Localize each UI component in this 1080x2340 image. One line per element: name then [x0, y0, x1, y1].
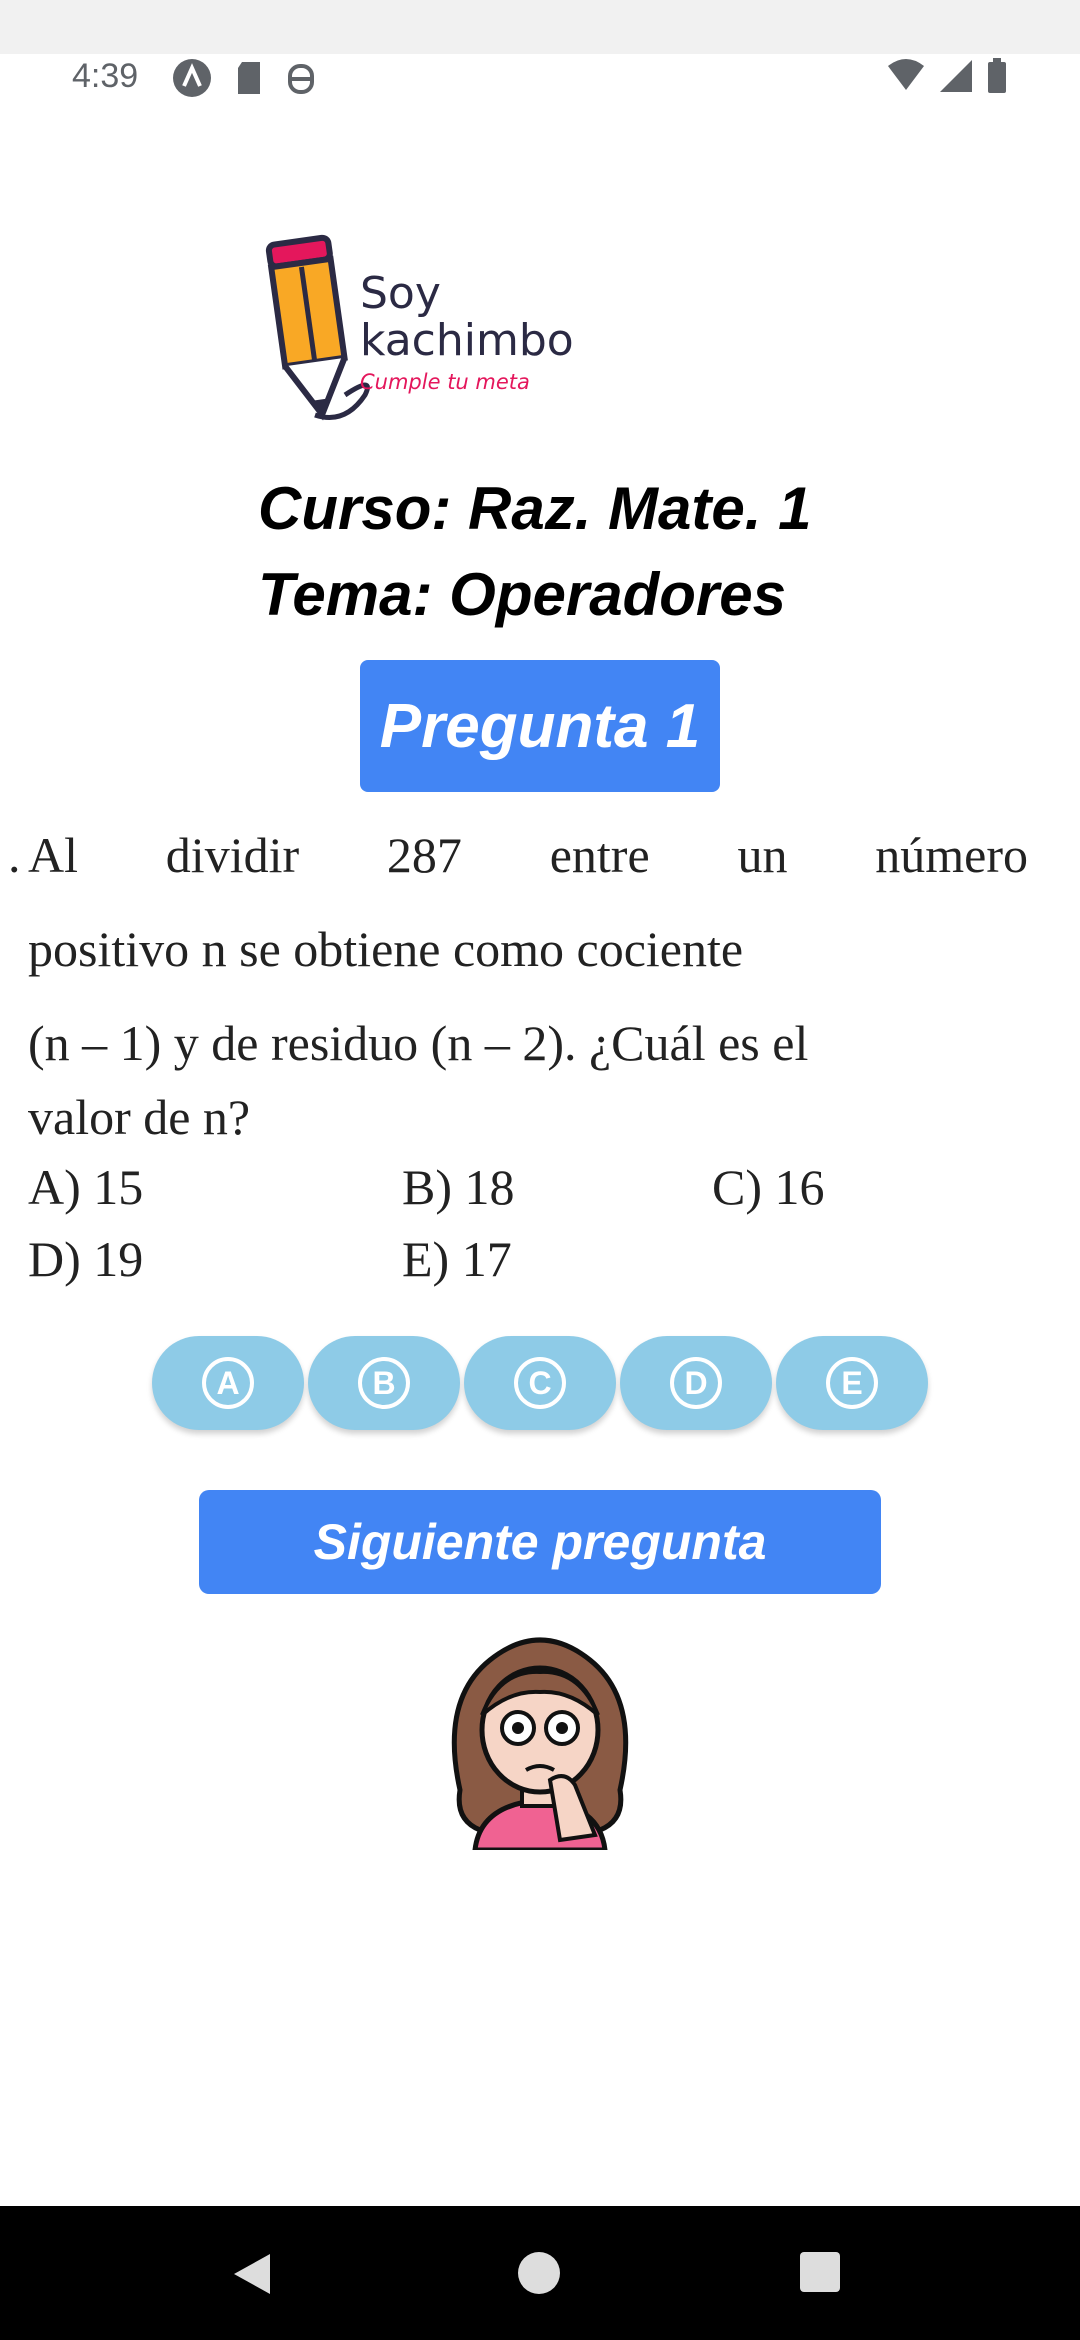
top-strip [0, 0, 1080, 54]
logo-text-soy: Soy [360, 268, 441, 319]
home-icon[interactable] [518, 2252, 560, 2294]
answer-c-button[interactable]: C [464, 1336, 616, 1430]
question-line-3: (n – 1) y de residuo (n – 2). ¿Cuál es e… [28, 1015, 809, 1071]
app-notification-icon [173, 59, 211, 97]
question-word: dividir [165, 827, 300, 883]
option-e-text: E) 17 [402, 1231, 512, 1287]
answer-c-label: C [514, 1357, 566, 1409]
question-word: un [737, 827, 788, 883]
status-right-icons [886, 58, 1008, 94]
answer-e-button[interactable]: E [776, 1336, 928, 1430]
answer-b-label: B [358, 1357, 410, 1409]
answer-a-button[interactable]: A [152, 1336, 304, 1430]
question-line-4: valor de n? [28, 1089, 251, 1145]
option-c-text: C) 16 [712, 1159, 825, 1215]
wifi-icon [888, 59, 924, 90]
android-debug-icon [288, 64, 314, 94]
answer-e-label: E [826, 1357, 878, 1409]
recent-apps-icon[interactable] [800, 2252, 840, 2292]
navigation-bar [0, 2206, 1080, 2340]
next-question-button[interactable]: Siguiente pregunta [199, 1490, 881, 1594]
option-b-text: B) 18 [402, 1159, 515, 1215]
thinking-girl-icon [451, 1637, 629, 1850]
answer-buttons: A B C D E [152, 1336, 930, 1430]
status-left-icons [172, 58, 316, 98]
topic-title: Tema: Operadores [258, 561, 786, 628]
answer-d-button[interactable]: D [620, 1336, 772, 1430]
question-word: Al [28, 827, 78, 883]
logo-text-kachimbo: kachimbo [360, 315, 574, 366]
signal-icon [940, 60, 972, 92]
answer-d-label: D [670, 1357, 722, 1409]
status-time: 4:39 [72, 57, 139, 95]
course-title: Curso: Raz. Mate. 1 [258, 475, 812, 542]
question-number-fragment: . [8, 827, 21, 883]
option-a-text: A) 15 [28, 1159, 144, 1215]
status-bar: 4:39 [0, 54, 1080, 98]
question-line-1: Al dividir 287 entre un número [28, 826, 1028, 884]
answer-b-button[interactable]: B [308, 1336, 460, 1430]
battery-icon [988, 58, 1006, 93]
question-word: 287 [386, 827, 462, 883]
question-word: entre [549, 827, 650, 883]
sd-card-icon [238, 62, 260, 94]
question-line-2: positivo n se obtiene como cociente [28, 921, 744, 977]
question-word: número [875, 827, 1028, 883]
logo-tagline: Cumple tu meta [360, 370, 530, 394]
back-icon[interactable] [232, 2252, 272, 2296]
question-number-badge: Pregunta 1 [360, 660, 720, 792]
option-d-text: D) 19 [28, 1231, 144, 1287]
answer-a-label: A [202, 1357, 254, 1409]
